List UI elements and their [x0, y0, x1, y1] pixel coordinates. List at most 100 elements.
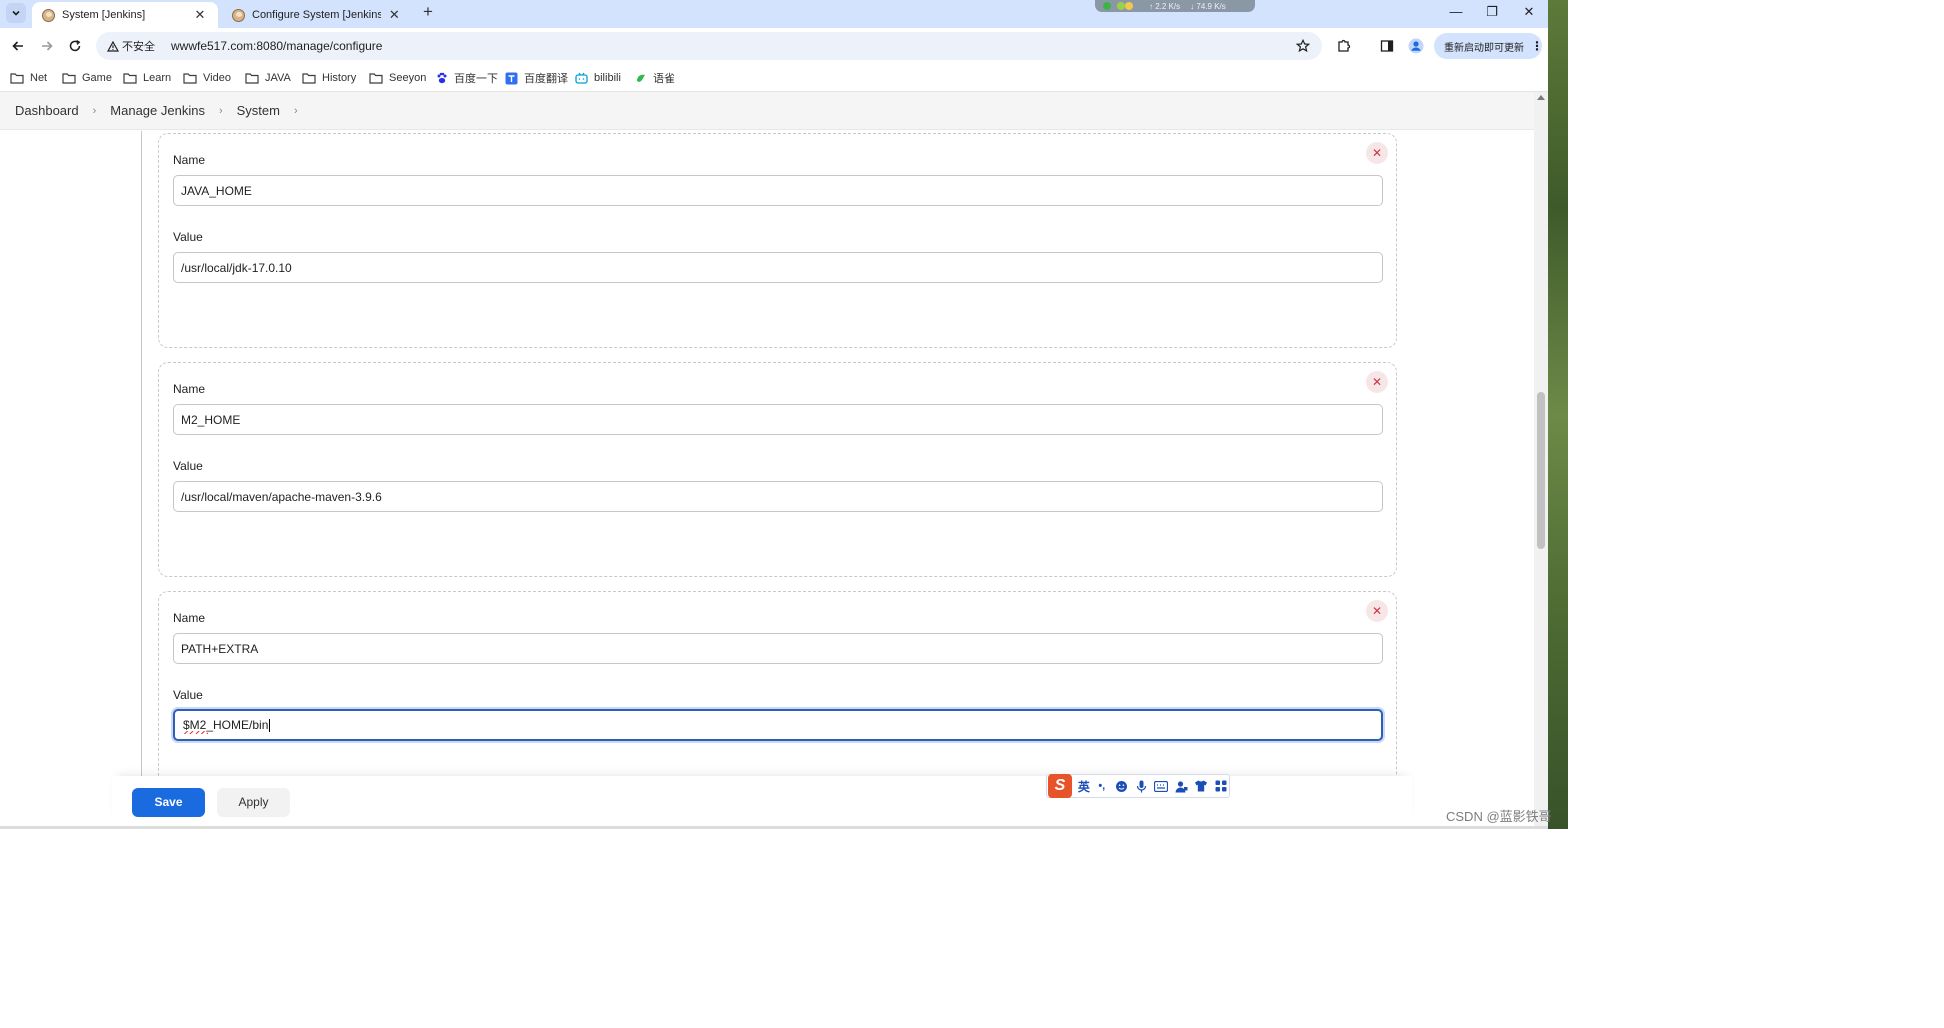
- status-dot-icon: [1117, 2, 1125, 10]
- emoji-icon: [1116, 780, 1128, 792]
- back-button[interactable]: [8, 36, 28, 56]
- star-icon: [1296, 39, 1310, 53]
- bookmark-baidu[interactable]: 百度一下: [436, 70, 498, 86]
- update-label: 重新启动即可更新: [1444, 42, 1524, 54]
- csdn-watermark: CSDN @蓝影铁哥: [1446, 809, 1552, 824]
- spellcheck-underline: [184, 731, 208, 734]
- skin-icon[interactable]: [1193, 778, 1209, 794]
- user-icon: [1175, 780, 1188, 792]
- window-restore-button[interactable]: ❐: [1474, 2, 1510, 22]
- user-account-icon[interactable]: [1173, 778, 1189, 794]
- value-label: Value: [173, 459, 203, 473]
- browser-toolbar: 不安全 wwwfe517.com:8080/manage/configure 重…: [0, 28, 1548, 64]
- tab-configure-system-jenkins[interactable]: Configure System [Jenkins] ✕: [222, 2, 412, 28]
- bookmark-net[interactable]: Net: [10, 70, 47, 86]
- tab-close-icon[interactable]: ✕: [192, 7, 208, 23]
- emoji-icon[interactable]: [1114, 778, 1130, 794]
- new-tab-button[interactable]: +: [419, 3, 437, 22]
- profile-button[interactable]: [1406, 36, 1426, 56]
- side-panel-button[interactable]: [1377, 36, 1397, 56]
- toolbox-icon[interactable]: [1213, 778, 1229, 794]
- window-bottom-border: [0, 826, 1548, 829]
- tab-search-button[interactable]: [6, 3, 26, 23]
- folder-icon: [245, 73, 259, 84]
- soft-keyboard-icon[interactable]: [1153, 778, 1169, 794]
- keyboard-icon: [1154, 780, 1169, 792]
- value-label: Value: [173, 230, 203, 244]
- bookmark-java[interactable]: JAVA: [245, 70, 291, 86]
- env-var-block: ✕ Name Value: [158, 133, 1397, 348]
- chevron-right-icon: ›: [92, 104, 97, 117]
- env-var-name-input[interactable]: [173, 633, 1383, 664]
- ime-language-toggle[interactable]: 英: [1078, 778, 1090, 795]
- jenkins-favicon-icon: [42, 8, 55, 22]
- relaunch-to-update-button[interactable]: 重新启动即可更新 ⋮: [1434, 33, 1543, 59]
- browser-tab-strip: System [Jenkins] ✕ Configure System [Jen…: [0, 0, 1548, 28]
- forward-button[interactable]: [37, 36, 57, 56]
- voice-input-icon[interactable]: [1134, 778, 1150, 794]
- arrow-left-icon: [12, 41, 23, 51]
- breadcrumb-dashboard[interactable]: Dashboard: [15, 103, 79, 118]
- puzzle-icon: [1338, 39, 1351, 52]
- breadcrumb-system[interactable]: System: [237, 103, 280, 118]
- env-var-value-input[interactable]: [173, 481, 1383, 512]
- window-close-button[interactable]: ✕: [1511, 2, 1547, 22]
- page-scrollbar[interactable]: [1534, 92, 1548, 827]
- apply-button[interactable]: Apply: [217, 788, 290, 817]
- reload-button[interactable]: [65, 36, 85, 56]
- text-caret: [269, 719, 271, 733]
- name-label: Name: [173, 611, 206, 625]
- url-text: wwwfe517.com:8080/manage/configure: [171, 39, 383, 53]
- breadcrumb-manage-jenkins[interactable]: Manage Jenkins: [110, 103, 205, 118]
- env-var-value-input-focused[interactable]: $M2_HOME/bin: [173, 709, 1383, 741]
- bookmark-video[interactable]: Video: [183, 70, 231, 86]
- env-var-value-input[interactable]: [173, 252, 1383, 283]
- chevron-right-icon: ›: [218, 104, 223, 117]
- bookmark-game[interactable]: Game: [62, 70, 112, 86]
- sogou-logo-icon[interactable]: S: [1048, 774, 1072, 798]
- baidu-paw-icon: [437, 72, 447, 84]
- extensions-button[interactable]: [1334, 36, 1354, 56]
- tab-title: System [Jenkins]: [62, 9, 146, 21]
- scrollbar-thumb[interactable]: [1537, 392, 1545, 549]
- tab-close-icon[interactable]: ✕: [387, 7, 402, 23]
- configure-system-form: ✕ Name Value ✕ Name Value ✕ Name Value $…: [0, 131, 1534, 776]
- jenkins-favicon-icon: [232, 8, 245, 22]
- name-label: Name: [173, 382, 206, 396]
- env-var-name-input[interactable]: [173, 175, 1383, 206]
- section-divider: [141, 131, 142, 776]
- punctuation-mode-icon[interactable]: •,: [1094, 778, 1110, 794]
- bookmark-baidu-translate[interactable]: 百度翻译: [505, 70, 568, 86]
- status-dot-icon: [1125, 2, 1133, 10]
- delete-env-var-button[interactable]: ✕: [1366, 371, 1388, 393]
- security-label: 不安全: [122, 41, 155, 53]
- window-minimize-button[interactable]: —: [1438, 2, 1474, 22]
- chevron-down-icon: [12, 10, 20, 16]
- bookmark-seeyon[interactable]: Seeyon: [369, 70, 426, 86]
- folder-icon: [62, 73, 76, 84]
- env-var-name-input[interactable]: [173, 404, 1383, 435]
- delete-env-var-button[interactable]: ✕: [1366, 600, 1388, 622]
- more-options-icon: ⋮: [1531, 39, 1543, 53]
- save-button[interactable]: Save: [132, 788, 205, 817]
- value-label: Value: [173, 688, 203, 702]
- chevron-right-icon[interactable]: ›: [294, 105, 298, 117]
- download-speed: ↓ 74.9 K/s: [1190, 1, 1226, 11]
- bookmark-star-button[interactable]: [1294, 37, 1312, 55]
- address-bar[interactable]: 不安全 wwwfe517.com:8080/manage/configure: [96, 32, 1322, 60]
- profile-avatar-icon: [1408, 38, 1424, 54]
- delete-env-var-button[interactable]: ✕: [1366, 142, 1388, 164]
- folder-icon: [369, 73, 383, 84]
- baidu-translate-icon: [505, 72, 518, 84]
- bookmark-yuque[interactable]: 语雀: [635, 70, 675, 86]
- name-label: Name: [173, 153, 206, 167]
- bookmark-history[interactable]: History: [302, 70, 356, 86]
- bilibili-tv-icon: [575, 72, 588, 84]
- bookmark-bilibili[interactable]: bilibili: [575, 70, 621, 86]
- security-indicator[interactable]: 不安全: [99, 35, 161, 57]
- breadcrumb: Dashboard › Manage Jenkins › System ›: [0, 92, 1534, 130]
- scroll-up-arrow-icon[interactable]: [1537, 95, 1545, 100]
- shirt-icon: [1195, 780, 1208, 792]
- bookmark-learn[interactable]: Learn: [123, 70, 171, 86]
- tab-system-jenkins[interactable]: System [Jenkins] ✕: [32, 2, 218, 28]
